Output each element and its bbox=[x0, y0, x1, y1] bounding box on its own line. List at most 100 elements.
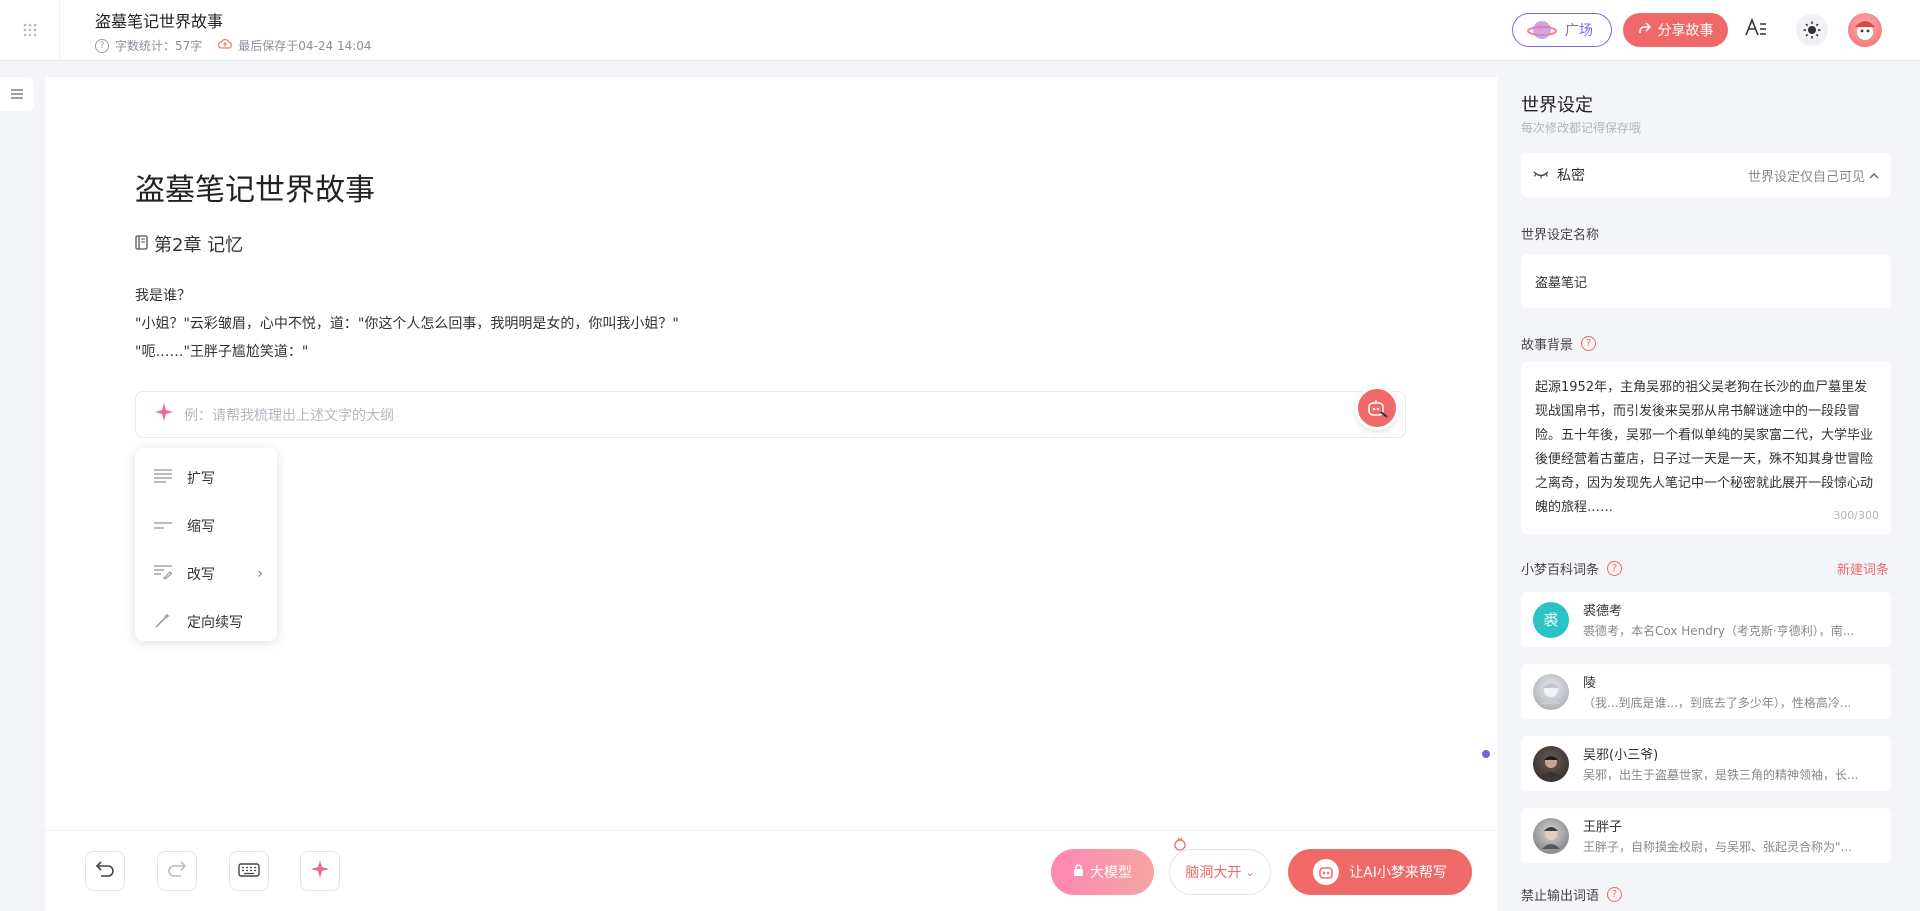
background-text: 起源1952年，主角吴邪的祖父吴老狗在长沙的血尸墓里发现战国帛书，而引发後来吴邪… bbox=[1535, 380, 1874, 515]
chapter-content[interactable]: 我是谁？ "小姐？"云彩皱眉，心中不悦，道："你这个人怎么回事，我明明是女的，你… bbox=[135, 282, 679, 366]
ai-help-write-button[interactable]: 让AI小梦来帮写 bbox=[1288, 849, 1472, 895]
word-count: ? 字数统计：57字 bbox=[95, 37, 202, 54]
term-item[interactable]: 裘 裘德考 裘德考，本名Cox Hendry（考克斯·亨德利），南... bbox=[1521, 592, 1891, 647]
plaza-label: 广场 bbox=[1565, 23, 1593, 39]
chapter-book-icon bbox=[135, 234, 148, 254]
term-desc: 王胖子，自称摸金校尉，与吴邪、张起灵合称为"... bbox=[1583, 840, 1852, 854]
robot-icon bbox=[1313, 859, 1340, 885]
planet-icon bbox=[1527, 21, 1557, 39]
privacy-note-text: 世界设定仅自己可见 bbox=[1747, 169, 1865, 185]
story-title[interactable]: 盗墓笔记世界故事 bbox=[135, 165, 375, 209]
term-name: 吴邪(小三爷) bbox=[1583, 748, 1659, 763]
chevron-right-icon: › bbox=[257, 566, 263, 582]
term-item[interactable]: 王胖子 王胖子，自称摸金校尉，与吴邪、张起灵合称为"... bbox=[1521, 808, 1891, 863]
menu-item-rewrite[interactable]: 改写 › bbox=[135, 550, 277, 598]
document-meta: ? 字数统计：57字 最后保存于04-24 14:04 bbox=[95, 37, 372, 54]
menu-item-shorten[interactable]: 缩写 bbox=[135, 502, 277, 550]
rewrite-icon bbox=[153, 565, 173, 583]
sun-icon[interactable] bbox=[1796, 14, 1828, 46]
char-counter: 300/300 bbox=[1833, 504, 1879, 528]
ai-robot-button[interactable] bbox=[1355, 386, 1399, 430]
term-item[interactable]: 吴邪(小三爷) 吴邪，出生于盗墓世家，是铁三角的精神领袖，长... bbox=[1521, 736, 1891, 791]
term-name: 裘德考 bbox=[1583, 604, 1623, 619]
bottom-toolbar: 大模型 脑洞大开 ⌄ 让AI小梦来帮写 bbox=[45, 830, 1497, 911]
forbidden-words-label-text: 禁止输出词语 bbox=[1521, 889, 1600, 904]
undo-button[interactable] bbox=[85, 851, 125, 891]
world-name-label: 世界设定名称 bbox=[1521, 224, 1599, 243]
term-item[interactable]: 陵 （我...到底是谁...，到底去了多少年），性格高冷... bbox=[1521, 664, 1891, 719]
menu-item-label: 扩写 bbox=[187, 471, 215, 487]
share-icon bbox=[1638, 21, 1652, 39]
share-label: 分享故事 bbox=[1657, 23, 1714, 39]
user-avatar[interactable] bbox=[1848, 13, 1882, 47]
menu-item-label: 缩写 bbox=[187, 519, 215, 535]
plaza-button[interactable]: 广场 bbox=[1512, 13, 1612, 47]
term-name: 王胖子 bbox=[1583, 820, 1623, 835]
help-question-icon[interactable]: ? bbox=[1581, 336, 1597, 351]
background-label: 故事背景 ? bbox=[1521, 334, 1597, 353]
outline-toggle-icon[interactable] bbox=[0, 77, 34, 111]
keyboard-button[interactable] bbox=[229, 851, 269, 891]
top-header: 盗墓笔记世界故事 ? 字数统计：57字 最后保存于04-24 14:04 广场 … bbox=[0, 0, 1920, 61]
last-saved-text: 最后保存于04-24 14:04 bbox=[238, 39, 372, 53]
term-desc: 吴邪，出生于盗墓世家，是铁三角的精神领袖，长... bbox=[1583, 768, 1859, 782]
privacy-setting[interactable]: 私密 世界设定仅自己可见 bbox=[1521, 153, 1891, 197]
world-name-value: 盗墓笔记 bbox=[1535, 275, 1588, 291]
share-story-button[interactable]: 分享故事 bbox=[1623, 13, 1728, 47]
word-count-icon: ? bbox=[95, 38, 109, 53]
privacy-label: 私密 bbox=[1557, 168, 1585, 184]
font-settings-icon[interactable] bbox=[1745, 17, 1767, 43]
panel-title: 世界设定 bbox=[1521, 95, 1593, 116]
background-label-text: 故事背景 bbox=[1521, 338, 1574, 353]
help-label: 让AI小梦来帮写 bbox=[1349, 865, 1447, 881]
brainstorm-dropdown[interactable]: 脑洞大开 ⌄ bbox=[1169, 849, 1271, 895]
brain-label: 脑洞大开 bbox=[1185, 865, 1242, 881]
help-question-icon[interactable]: ? bbox=[1607, 887, 1623, 902]
keyboard-icon bbox=[238, 861, 260, 882]
sparkle-icon bbox=[154, 402, 174, 427]
model-label: 大模型 bbox=[1090, 865, 1132, 881]
menu-item-label: 定向续写 bbox=[187, 615, 243, 631]
chevron-down-icon: ⌄ bbox=[1245, 865, 1255, 879]
term-avatar bbox=[1533, 673, 1569, 710]
help-question-icon[interactable]: ? bbox=[1607, 561, 1623, 576]
term-avatar bbox=[1533, 745, 1569, 782]
forbidden-words-label: 禁止输出词语 ? bbox=[1521, 885, 1623, 904]
world-name-input[interactable]: 盗墓笔记 bbox=[1521, 254, 1891, 308]
wand-icon bbox=[153, 612, 173, 632]
document-title: 盗墓笔记世界故事 bbox=[95, 12, 224, 31]
shorten-lines-icon bbox=[153, 518, 173, 534]
panel-subtitle: 每次修改都记得保存哦 bbox=[1521, 121, 1642, 135]
background-textarea[interactable]: 起源1952年，主角吴邪的祖父吴老狗在长沙的血尸墓里发现战国帛书，而引发後来吴邪… bbox=[1521, 362, 1891, 534]
menu-item-expand[interactable]: 扩写 bbox=[135, 454, 277, 502]
status-dot bbox=[1482, 750, 1490, 758]
lock-icon bbox=[1073, 864, 1084, 880]
editor-area: 盗墓笔记世界故事 第2章 记忆 我是谁？ "小姐？"云彩皱眉，心中不悦，道："你… bbox=[45, 77, 1497, 911]
ai-prompt-input[interactable]: 例：请帮我梳理出上述文字的大纲 bbox=[135, 391, 1406, 438]
terms-label-text: 小梦百科词条 bbox=[1521, 563, 1600, 578]
term-desc: （我...到底是谁...，到底去了多少年），性格高冷... bbox=[1583, 696, 1852, 710]
term-avatar: 裘 bbox=[1533, 601, 1569, 638]
redo-button[interactable] bbox=[157, 851, 197, 891]
model-selector-button[interactable]: 大模型 bbox=[1051, 849, 1154, 895]
save-status: 最后保存于04-24 14:04 bbox=[218, 37, 372, 54]
menu-item-label: 改写 bbox=[187, 567, 215, 583]
term-avatar bbox=[1533, 817, 1569, 854]
term-name: 陵 bbox=[1583, 676, 1597, 691]
content-paragraph: "小姐？"云彩皱眉，心中不悦，道："你这个人怎么回事，我明明是女的，你叫我小姐？… bbox=[135, 316, 679, 332]
eye-closed-icon bbox=[1533, 168, 1549, 183]
sparkle-icon bbox=[309, 858, 331, 885]
ai-prompt-placeholder: 例：请帮我梳理出上述文字的大纲 bbox=[184, 407, 394, 424]
cloud-icon bbox=[218, 38, 233, 53]
chapter-heading[interactable]: 第2章 记忆 bbox=[135, 231, 243, 257]
apps-grid-icon[interactable] bbox=[0, 0, 60, 60]
new-term-link[interactable]: 新建词条 bbox=[1837, 559, 1889, 578]
term-desc: 裘德考，本名Cox Hendry（考克斯·亨德利），南... bbox=[1583, 624, 1855, 638]
expand-lines-icon bbox=[153, 469, 173, 487]
content-paragraph: 我是谁？ bbox=[135, 288, 191, 304]
menu-item-directed-continue[interactable]: 定向续写 bbox=[135, 598, 277, 646]
privacy-note: 世界设定仅自己可见 bbox=[1748, 166, 1879, 185]
terms-label: 小梦百科词条 ? bbox=[1521, 559, 1623, 578]
content-paragraph: "呃……"王胖子尴尬笑道：" bbox=[135, 344, 309, 360]
ai-sparkle-button[interactable] bbox=[300, 851, 340, 891]
